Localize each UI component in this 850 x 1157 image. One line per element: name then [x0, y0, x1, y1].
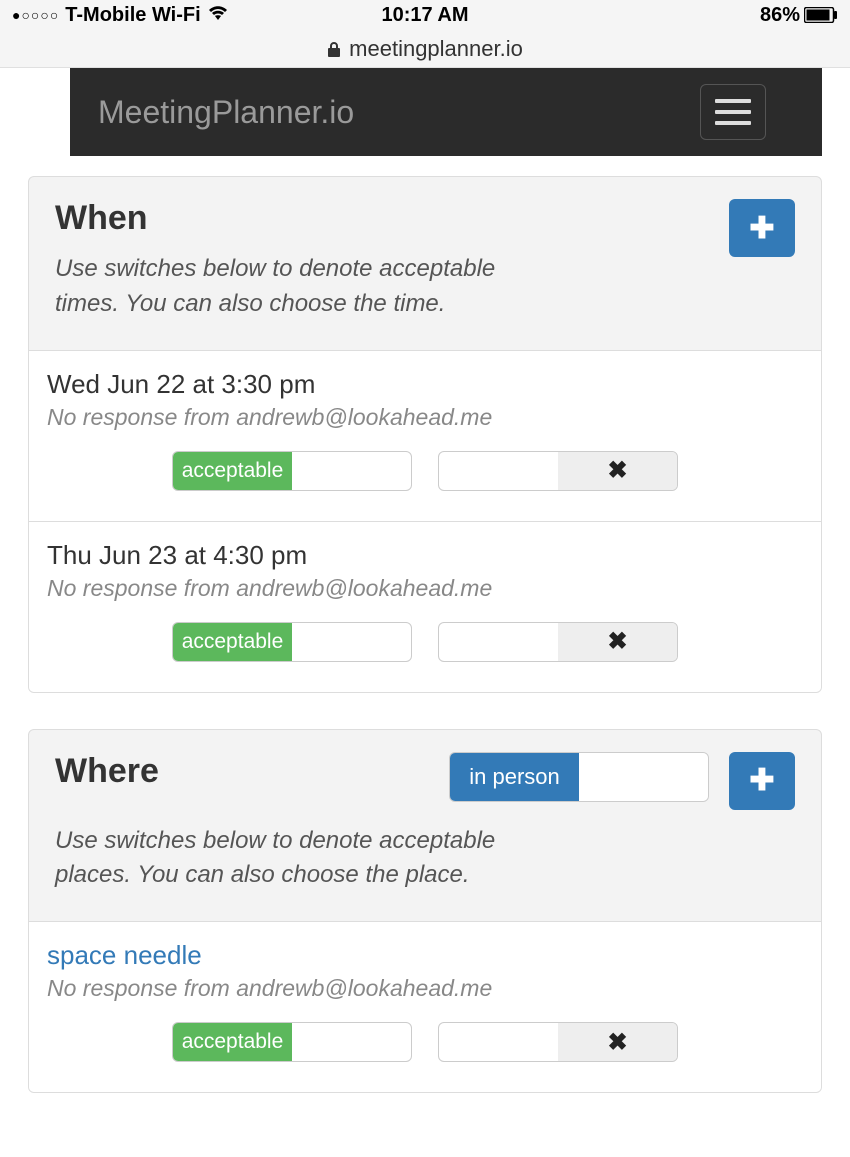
battery-pct-label: 86% — [760, 4, 800, 27]
x-icon: ✖ — [607, 627, 627, 656]
navbar: MeetingPlanner.io — [70, 68, 822, 156]
toggle-on-label: acceptable — [173, 1023, 292, 1061]
ios-status-bar: ●○○○○ T-Mobile Wi-Fi 10:17 AM 86% — [0, 0, 850, 30]
time-option-subtitle: No response from andrewb@lookahead.me — [47, 404, 803, 431]
carrier-label: T-Mobile Wi-Fi — [65, 4, 200, 27]
panel-when: When Use switches below to denote accept… — [28, 176, 822, 693]
panel-where-title: Where — [55, 752, 159, 791]
reject-toggle[interactable]: ✖ — [438, 622, 678, 662]
acceptable-toggle[interactable]: acceptable — [172, 622, 412, 662]
hamburger-bar-icon — [715, 121, 751, 125]
browser-url-bar: meetingplanner.io — [0, 30, 850, 68]
plus-icon: ✚ — [749, 211, 774, 246]
plus-icon: ✚ — [749, 763, 774, 798]
status-left: ●○○○○ T-Mobile Wi-Fi — [12, 4, 229, 27]
acceptable-toggle[interactable]: acceptable — [172, 1022, 412, 1062]
mode-toggle-off-side — [579, 753, 708, 801]
clock-label: 10:17 AM — [381, 4, 468, 27]
place-option-title[interactable]: space needle — [47, 940, 803, 971]
reject-toggle[interactable]: ✖ — [438, 1022, 678, 1062]
status-right: 86% — [760, 4, 838, 27]
add-time-button[interactable]: ✚ — [729, 199, 795, 257]
url-text: meetingplanner.io — [349, 36, 523, 62]
wifi-icon — [207, 4, 229, 27]
hamburger-bar-icon — [715, 110, 751, 114]
panel-when-instructions: Use switches below to denote acceptable … — [55, 252, 525, 322]
toggle-off-side — [292, 623, 411, 661]
x-icon: ✖ — [607, 456, 627, 485]
time-option-subtitle: No response from andrewb@lookahead.me — [47, 575, 803, 602]
battery-icon — [804, 7, 838, 23]
panel-when-title: When — [55, 199, 525, 238]
hamburger-menu-button[interactable] — [700, 84, 766, 140]
toggle-on-side — [439, 452, 558, 490]
x-icon: ✖ — [607, 1028, 627, 1057]
toggle-off-label: ✖ — [558, 1023, 677, 1061]
toggle-on-side — [439, 623, 558, 661]
time-option-row: Thu Jun 23 at 4:30 pm No response from a… — [29, 521, 821, 692]
time-option-title: Thu Jun 23 at 4:30 pm — [47, 540, 803, 571]
location-mode-toggle[interactable]: in person — [449, 752, 709, 802]
lock-icon — [327, 41, 341, 57]
toggle-off-label: ✖ — [558, 452, 677, 490]
panel-where: Where in person ✚ Use switches below to … — [28, 729, 822, 1094]
toggle-on-side — [439, 1023, 558, 1061]
time-option-row: Wed Jun 22 at 3:30 pm No response from a… — [29, 350, 821, 521]
hamburger-bar-icon — [715, 99, 751, 103]
mode-toggle-on-label: in person — [450, 753, 579, 801]
toggle-on-label: acceptable — [173, 623, 292, 661]
place-option-row: space needle No response from andrewb@lo… — [29, 921, 821, 1092]
toggle-on-label: acceptable — [173, 452, 292, 490]
time-option-title: Wed Jun 22 at 3:30 pm — [47, 369, 803, 400]
toggle-off-label: ✖ — [558, 623, 677, 661]
reject-toggle[interactable]: ✖ — [438, 451, 678, 491]
add-place-button[interactable]: ✚ — [729, 752, 795, 810]
acceptable-toggle[interactable]: acceptable — [172, 451, 412, 491]
signal-dots-icon: ●○○○○ — [12, 7, 59, 23]
toggle-off-side — [292, 1023, 411, 1061]
place-option-subtitle: No response from andrewb@lookahead.me — [47, 975, 803, 1002]
brand-label[interactable]: MeetingPlanner.io — [98, 94, 354, 131]
panel-where-instructions: Use switches below to denote acceptable … — [55, 824, 525, 894]
toggle-off-side — [292, 452, 411, 490]
